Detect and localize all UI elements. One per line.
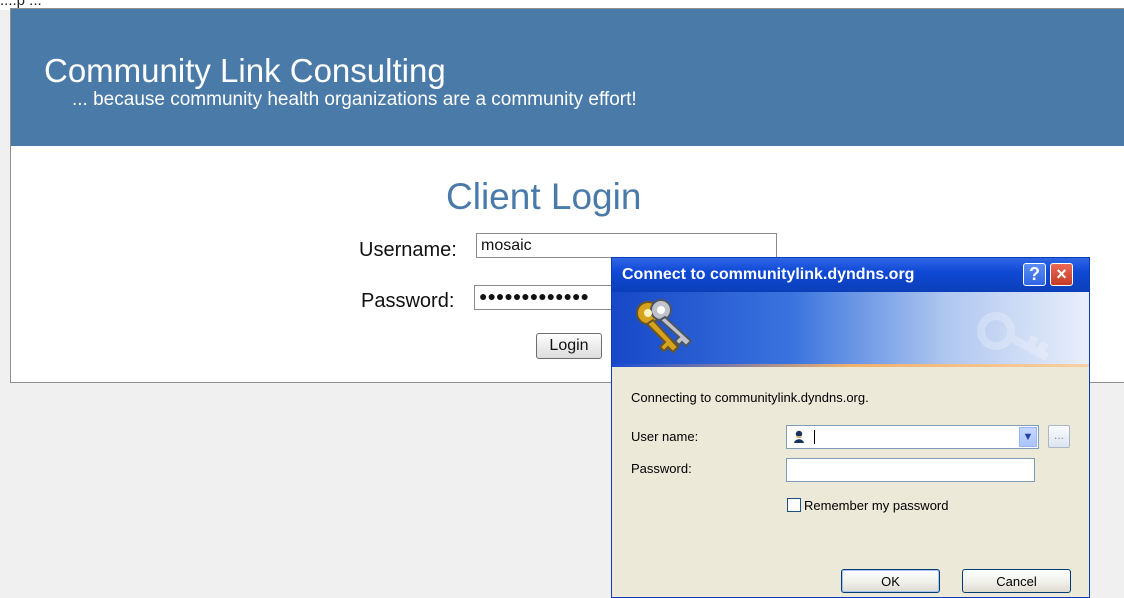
ok-button[interactable]: OK — [841, 569, 940, 593]
login-button[interactable]: Login — [536, 333, 602, 359]
connect-dialog: Connect to communitylink.dyndns.org ? × — [611, 257, 1090, 598]
password-input[interactable]: ●●●●●●●●●●●●● — [474, 285, 622, 310]
dialog-password-label: Password: — [631, 461, 692, 476]
site-header: Community Link Consulting ... because co… — [11, 9, 1124, 146]
remember-password-label[interactable]: Remember my password — [804, 498, 949, 513]
password-label: Password: — [361, 290, 455, 312]
banner-watermark-icon — [977, 312, 1049, 360]
chevron-down-icon[interactable]: ▼ — [1019, 427, 1037, 447]
dialog-title: Connect to communitylink.dyndns.org — [622, 266, 915, 283]
username-input[interactable] — [476, 233, 777, 258]
banner-divider — [612, 364, 1089, 367]
browse-user-button[interactable]: ... — [1048, 425, 1070, 448]
client-login-title: Client Login — [446, 176, 642, 217]
user-icon — [794, 430, 804, 443]
dialog-banner — [612, 292, 1089, 367]
username-label: Username: — [359, 239, 457, 261]
help-icon[interactable]: ? — [1023, 263, 1046, 286]
site-tagline: ... because community health organizatio… — [72, 89, 637, 110]
remember-password-checkbox[interactable] — [787, 498, 801, 512]
text-caret — [814, 430, 815, 444]
close-icon[interactable]: × — [1050, 263, 1073, 286]
dialog-titlebar[interactable]: Connect to communitylink.dyndns.org ? × — [612, 258, 1089, 292]
cancel-button[interactable]: Cancel — [962, 569, 1071, 593]
user-name-combo[interactable]: ▼ — [786, 425, 1039, 449]
site-title: Community Link Consulting — [44, 52, 446, 89]
keys-icon — [636, 299, 693, 354]
dialog-password-input[interactable] — [786, 458, 1035, 482]
connecting-message: Connecting to communitylink.dyndns.org. — [631, 390, 869, 405]
user-name-label: User name: — [631, 429, 699, 444]
